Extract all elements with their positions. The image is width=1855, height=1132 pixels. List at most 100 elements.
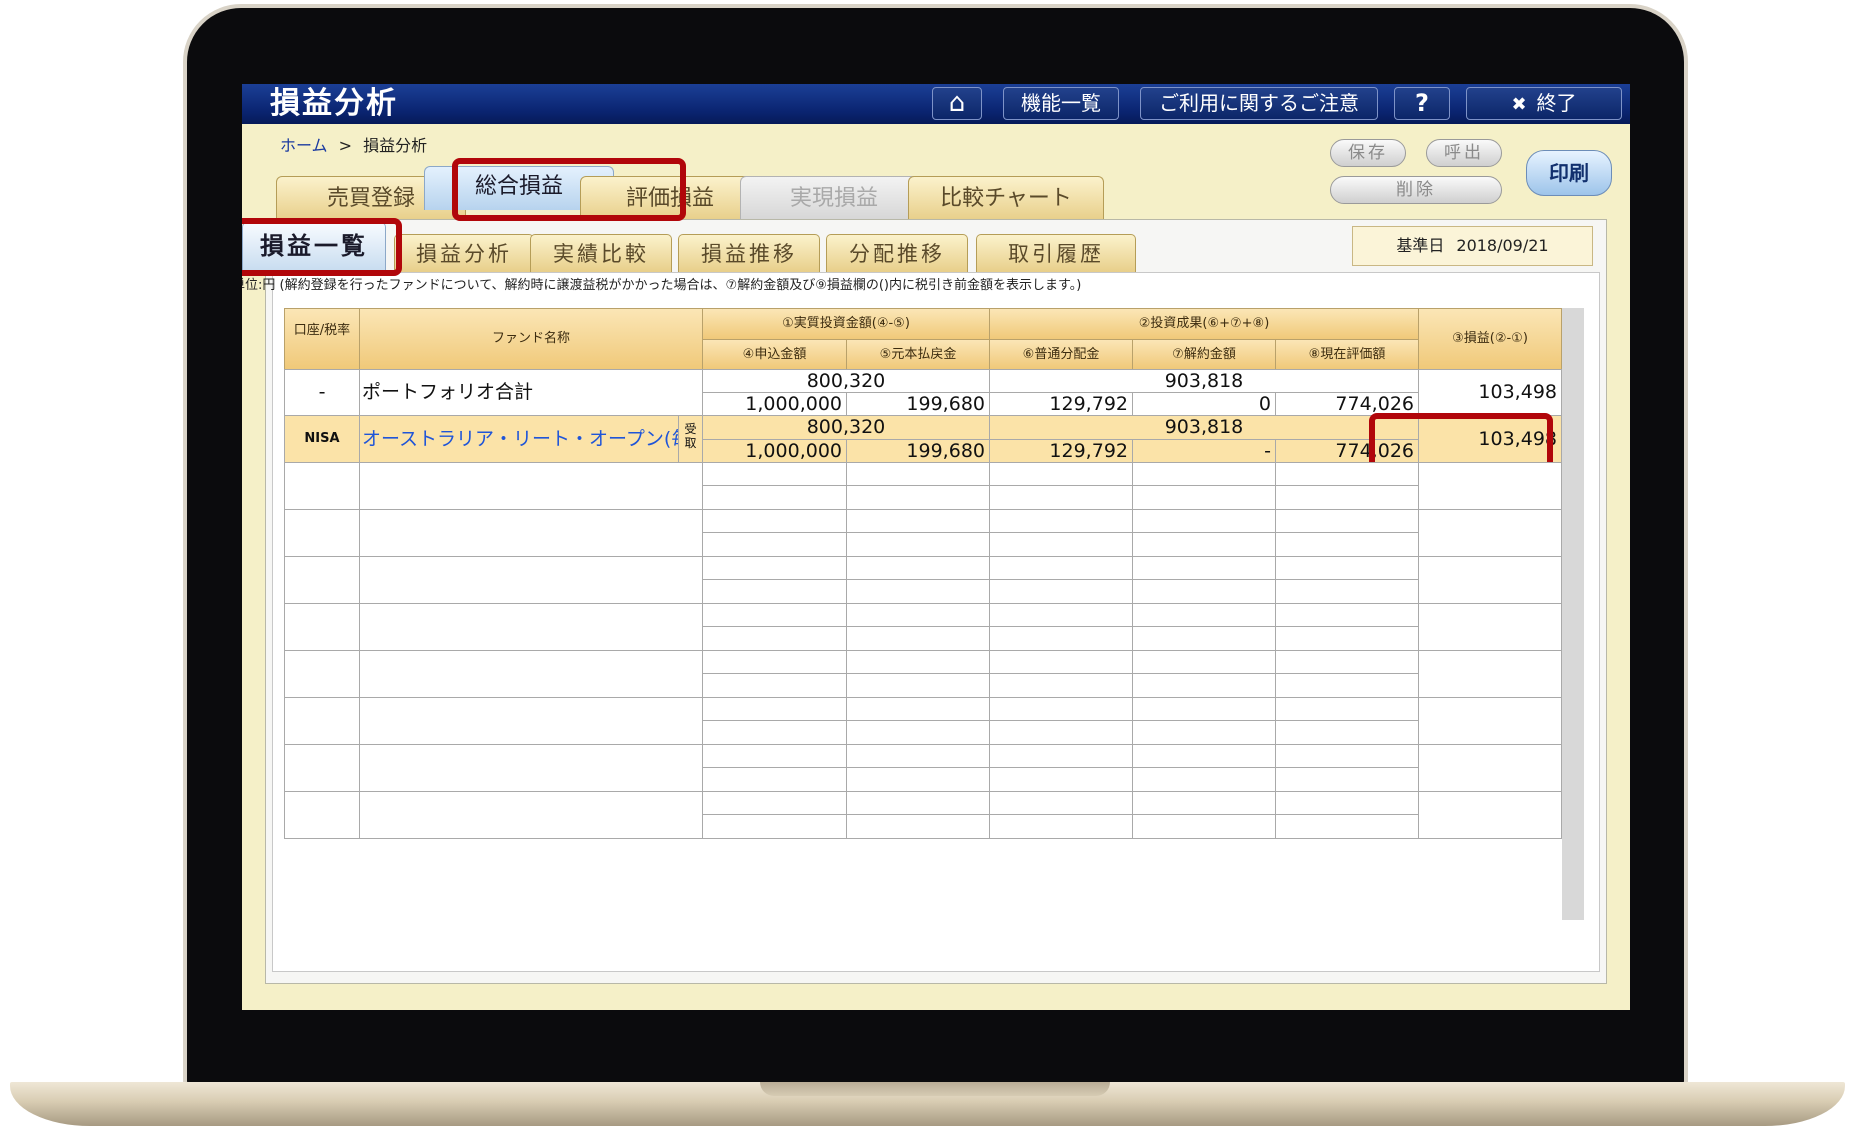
- empty-table-cell: [846, 532, 990, 557]
- empty-table-cell: [846, 556, 990, 580]
- base-date: 基準日 2018/09/21: [1352, 226, 1593, 266]
- subtab-trade-history[interactable]: 取引履歴: [976, 234, 1136, 272]
- header-apply-amount: ④申込金額: [702, 339, 847, 370]
- empty-table-cell: [846, 485, 990, 510]
- empty-table-cell: [1275, 673, 1419, 698]
- empty-table-cell: [1418, 509, 1562, 557]
- header-result-group: ②投資成果(⑥+⑦+⑧): [989, 308, 1419, 340]
- subtab-profit-analysis[interactable]: 損益分析: [394, 234, 534, 272]
- tab-realized-profit[interactable]: 実現損益: [740, 176, 928, 220]
- empty-table-cell: [989, 650, 1133, 674]
- empty-table-cell: [846, 697, 990, 721]
- empty-table-cell: [1132, 556, 1276, 580]
- delete-button[interactable]: 削除: [1330, 176, 1502, 204]
- laptop-notch: [760, 1082, 1110, 1096]
- header-invest-group: ①実質投資金額(④-⑤): [702, 308, 990, 340]
- header-ordinary-distribution: ⑥普通分配金: [989, 339, 1133, 370]
- empty-table-cell: [1132, 791, 1276, 815]
- empty-table-cell: [1275, 485, 1419, 510]
- row-total-invest-total: 800,320: [806, 370, 886, 392]
- empty-table-cell: [989, 462, 1133, 486]
- row-total-ordinary-dist: 129,792: [989, 392, 1133, 416]
- empty-table-cell: [846, 814, 990, 839]
- empty-table-cell: [1275, 697, 1419, 721]
- empty-table-cell: [989, 509, 1133, 533]
- subtab-profit-trend[interactable]: 損益推移: [678, 234, 820, 272]
- empty-table-cell: [1275, 767, 1419, 792]
- breadcrumb-home-link[interactable]: ホーム: [280, 136, 328, 155]
- empty-table-cell: [702, 650, 847, 674]
- exit-label: 終了: [1536, 91, 1577, 115]
- base-date-label: 基準日: [1396, 236, 1445, 255]
- header-cancel-amount: ⑦解約金額: [1132, 339, 1276, 370]
- notice-button[interactable]: ご利用に関するご注意: [1140, 87, 1378, 120]
- table-scrollbar[interactable]: [1562, 308, 1584, 920]
- help-button[interactable]: ?: [1394, 87, 1450, 120]
- empty-table-cell: [1132, 650, 1276, 674]
- breadcrumb-current: 損益分析: [363, 136, 428, 155]
- empty-table-cell: [846, 603, 990, 627]
- exit-button[interactable]: ✖ 終了: [1466, 87, 1622, 120]
- empty-table-cell: [359, 556, 703, 604]
- row-nisa-ordinary-dist: 129,792: [989, 439, 1133, 463]
- print-button[interactable]: 印刷: [1526, 150, 1612, 196]
- row-total-fund-name: ポートフォリオ合計: [359, 369, 703, 416]
- empty-table-cell: [1275, 603, 1419, 627]
- row-nisa-result-total: 903,818: [1164, 416, 1244, 438]
- subtab-distribution-trend[interactable]: 分配推移: [826, 234, 968, 272]
- empty-table-cell: [702, 744, 847, 768]
- empty-table-cell: [359, 603, 703, 651]
- empty-table-cell: [1132, 814, 1276, 839]
- row-total-apply-amount: 1,000,000: [702, 392, 847, 416]
- empty-table-cell: [702, 579, 847, 604]
- save-button[interactable]: 保存: [1330, 139, 1406, 167]
- empty-table-cell: [702, 462, 847, 486]
- home-button[interactable]: ⌂: [932, 87, 982, 120]
- empty-table-cell: [1132, 697, 1276, 721]
- empty-table-cell: [1132, 485, 1276, 510]
- empty-table-cell: [1418, 697, 1562, 745]
- empty-table-cell: [1132, 720, 1276, 745]
- empty-table-cell: [702, 697, 847, 721]
- empty-table-cell: [1275, 462, 1419, 486]
- empty-table-cell: [1275, 744, 1419, 768]
- row-total-account: -: [284, 369, 360, 416]
- empty-table-cell: [359, 509, 703, 557]
- load-button[interactable]: 呼出: [1426, 139, 1502, 167]
- empty-table-cell: [359, 462, 703, 510]
- app-title: 損益分析: [270, 86, 398, 121]
- empty-table-cell: [846, 767, 990, 792]
- breadcrumb: ホーム > 損益分析: [280, 132, 427, 156]
- empty-table-cell: [989, 791, 1133, 815]
- subtab-performance-compare[interactable]: 実績比較: [530, 234, 672, 272]
- empty-table-cell: [1275, 532, 1419, 557]
- row-total-profit: 103,498: [1418, 369, 1562, 416]
- empty-table-cell: [1132, 767, 1276, 792]
- empty-table-cell: [1275, 720, 1419, 745]
- empty-table-cell: [284, 462, 360, 510]
- empty-table-cell: [989, 744, 1133, 768]
- header-profit: ③損益(②-①): [1418, 308, 1562, 370]
- row-total-result-total-cell: 903,818: [989, 369, 1419, 393]
- tab-comparison-chart[interactable]: 比較チャート: [908, 176, 1104, 220]
- empty-table-cell: [284, 650, 360, 698]
- row-nisa-fund-name-link[interactable]: オーストラリア・リート・オープン(毎: [359, 415, 679, 463]
- empty-table-cell: [1132, 626, 1276, 651]
- function-list-button[interactable]: 機能一覧: [1003, 87, 1119, 120]
- empty-table-cell: [702, 509, 847, 533]
- empty-table-cell: [989, 720, 1133, 745]
- row-nisa-apply-amount: 1,000,000: [702, 439, 847, 463]
- empty-table-cell: [1132, 579, 1276, 604]
- help-icon: ?: [1415, 89, 1429, 117]
- empty-table-cell: [989, 673, 1133, 698]
- empty-table-cell: [989, 767, 1133, 792]
- empty-table-cell: [284, 556, 360, 604]
- highlight-profit-list-tab: [242, 218, 402, 276]
- close-icon: ✖: [1511, 94, 1527, 115]
- empty-table-cell: [989, 603, 1133, 627]
- empty-table-cell: [1132, 673, 1276, 698]
- header-current-value: ⑧現在評価額: [1275, 339, 1419, 370]
- empty-table-cell: [846, 626, 990, 651]
- empty-table-cell: [989, 579, 1133, 604]
- highlight-overall-profit-tab: [452, 158, 686, 221]
